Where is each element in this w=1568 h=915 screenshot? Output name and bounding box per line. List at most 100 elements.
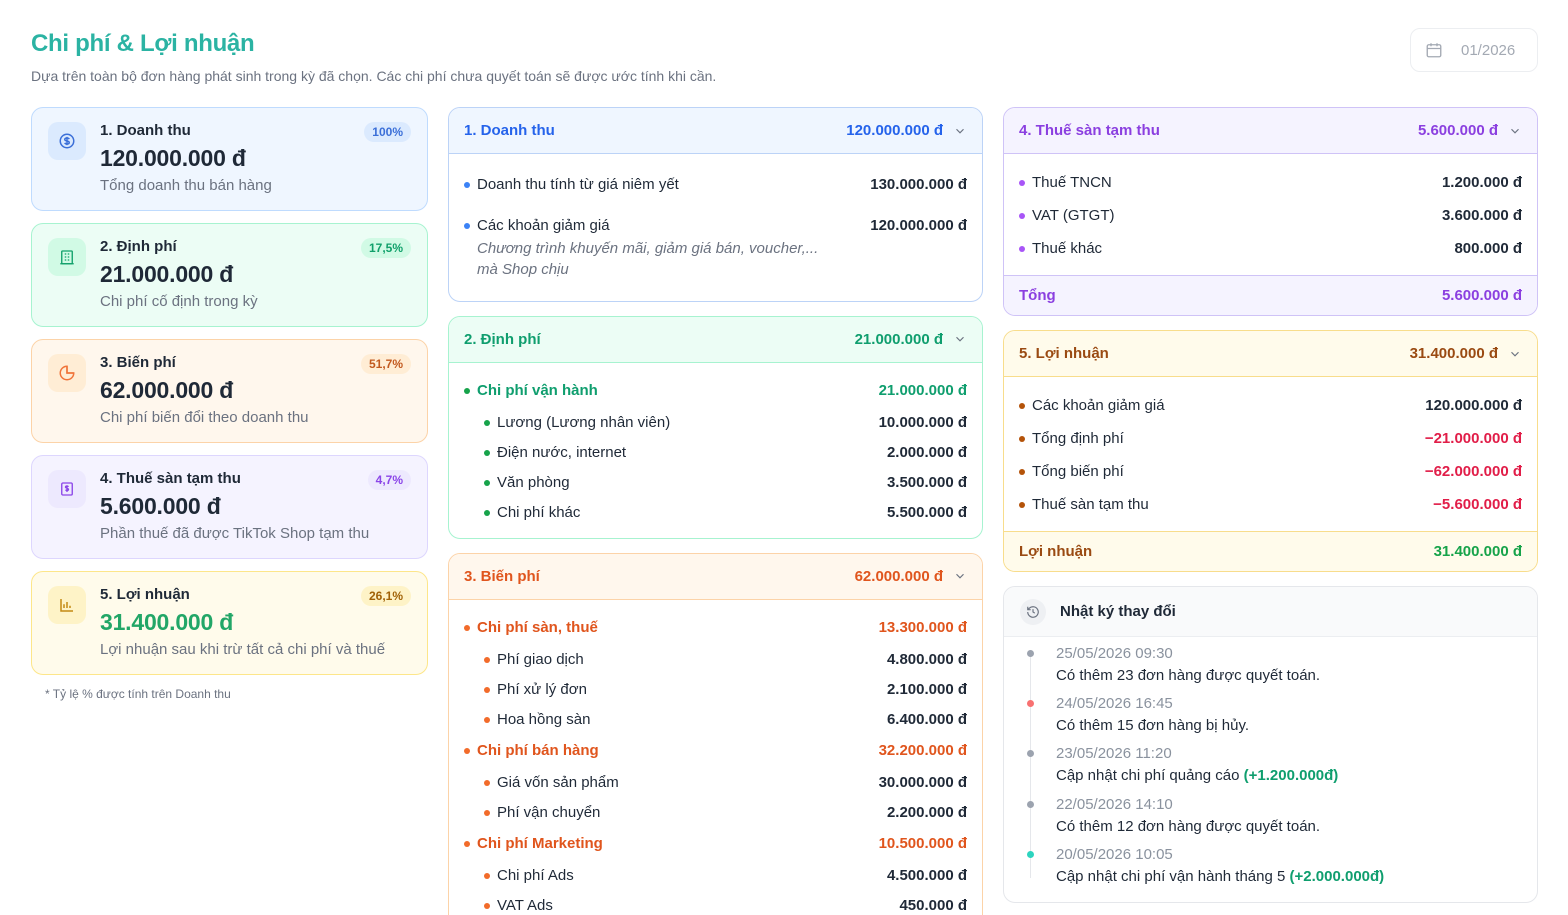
summary-card-revenue[interactable]: 1. Doanh thu 120.000.000 đ Tổng doanh th… bbox=[31, 107, 428, 211]
panel-footer: Lợi nhuận 31.400.000 đ bbox=[1004, 531, 1537, 571]
log-entry: 20/05/2026 10:05 Cập nhật chi phí vận hà… bbox=[1027, 844, 1521, 894]
item-label: VAT Ads bbox=[497, 896, 553, 914]
log-text: Có thêm 23 đơn hàng được quyết toán. bbox=[1056, 667, 1321, 684]
summary-desc: Phần thuế đã được TikTok Shop tạm thu bbox=[100, 525, 370, 542]
item-label: Các khoản giảm giá bbox=[477, 217, 610, 234]
log-amount: (+1.200.000đ) bbox=[1243, 767, 1339, 785]
item-label: Các khoản giảm giá bbox=[1032, 396, 1165, 414]
change-log: Nhật ký thay đổi 25/05/2026 09:30 Có thê… bbox=[1003, 586, 1538, 903]
panel-total: 62.000.000 đ bbox=[854, 567, 943, 585]
log-time: 20/05/2026 10:05 bbox=[1056, 845, 1173, 863]
bullet bbox=[1019, 402, 1025, 409]
item-value: 4.800.000 đ bbox=[886, 650, 967, 668]
list-item: Phí xử lý đơn 2.100.000 đ bbox=[464, 675, 967, 705]
percent-badge: 4,7% bbox=[367, 470, 411, 490]
chevron-down-icon[interactable] bbox=[953, 332, 967, 346]
group-value: 10.500.000 đ bbox=[878, 835, 967, 852]
panel-header-tax[interactable]: 4. Thuế sàn tạm thu 5.600.000 đ bbox=[1004, 108, 1537, 154]
percent-badge: 26,1% bbox=[360, 586, 411, 606]
list-item: Các khoản giảm giá Chương trình khuyến m… bbox=[464, 210, 967, 287]
receipt-icon bbox=[48, 470, 86, 508]
log-text-wrap: Cập nhật chi phí quảng cáo (+1.200.000đ) bbox=[1056, 765, 1521, 787]
group-label: Chi phí vận hành bbox=[477, 382, 598, 399]
item-value: 3.600.000 đ bbox=[1441, 206, 1522, 224]
summary-title: 4. Thuế sàn tạm thu bbox=[100, 470, 241, 487]
item-value: 5.500.000 đ bbox=[886, 503, 967, 521]
bullet bbox=[1019, 501, 1025, 508]
panel-header-profit[interactable]: 5. Lợi nhuận 31.400.000 đ bbox=[1004, 331, 1537, 377]
summary-card-fixed-cost[interactable]: 2. Định phí 21.000.000 đ Chi phí cố định… bbox=[31, 223, 428, 327]
log-entry: 22/05/2026 14:10 Có thêm 12 đơn hàng đượ… bbox=[1027, 794, 1521, 844]
list-item: Tổng định phí −21.000.000 đ bbox=[1019, 422, 1522, 455]
item-label: Phí giao dịch bbox=[497, 650, 584, 668]
list-item: Thuế khác 800.000 đ bbox=[1019, 232, 1522, 265]
timeline-dot bbox=[1027, 750, 1034, 758]
log-time: 22/05/2026 14:10 bbox=[1056, 795, 1173, 813]
item-value: 800.000 đ bbox=[1454, 239, 1522, 257]
item-value: 4.500.000 đ bbox=[886, 866, 967, 884]
panel-title: 3. Biến phí bbox=[464, 567, 540, 585]
bullet bbox=[464, 748, 470, 754]
detail-column-middle: 1. Doanh thu 120.000.000 đ Doanh thu tín… bbox=[448, 107, 983, 915]
item-value: 1.200.000 đ bbox=[1441, 173, 1522, 191]
chevron-down-icon[interactable] bbox=[953, 124, 967, 138]
bar-chart-icon bbox=[48, 586, 86, 624]
chevron-down-icon[interactable] bbox=[1508, 347, 1522, 361]
panel-total: 31.400.000 đ bbox=[1409, 345, 1498, 362]
summary-desc: Chi phí cố định trong kỳ bbox=[100, 293, 258, 310]
list-item: Giá vốn sản phẩm 30.000.000 đ bbox=[464, 768, 967, 798]
bullet bbox=[464, 223, 470, 229]
panel-header-variable-cost[interactable]: 3. Biến phí 62.000.000 đ bbox=[449, 553, 982, 600]
log-amount: (+2.000.000đ) bbox=[1289, 867, 1385, 885]
item-value: 130.000.000 đ bbox=[870, 175, 967, 193]
item-label: Chi phí Ads bbox=[497, 866, 574, 884]
period-value: 01/2026 bbox=[1461, 41, 1516, 59]
summary-desc: Lợi nhuận sau khi trừ tất cả chi phí và … bbox=[100, 641, 386, 658]
item-label: Tổng định phí bbox=[1032, 429, 1124, 447]
list-item: Các khoản giảm giá 120.000.000 đ bbox=[1019, 389, 1522, 422]
log-time: 24/05/2026 16:45 bbox=[1056, 695, 1173, 713]
bullet bbox=[1019, 435, 1025, 442]
panel-profit: 5. Lợi nhuận 31.400.000 đ Các khoản giảm… bbox=[1003, 330, 1538, 572]
item-value: 2.200.000 đ bbox=[886, 803, 967, 821]
panel-header-revenue[interactable]: 1. Doanh thu 120.000.000 đ bbox=[449, 108, 982, 154]
group-value: 13.300.000 đ bbox=[878, 619, 967, 636]
item-label: Doanh thu tính từ giá niêm yết bbox=[477, 175, 679, 193]
summary-value: 120.000.000 đ bbox=[100, 145, 246, 171]
panel-header-fixed-cost[interactable]: 2. Định phí 21.000.000 đ bbox=[449, 316, 982, 363]
item-value: −5.600.000 đ bbox=[1433, 495, 1522, 513]
pie-chart-icon bbox=[48, 354, 86, 392]
log-text: Có thêm 15 đơn hàng bị hủy. bbox=[1056, 717, 1250, 735]
panel-title: 2. Định phí bbox=[464, 330, 541, 348]
chevron-down-icon[interactable] bbox=[1508, 124, 1522, 138]
chevron-down-icon[interactable] bbox=[953, 569, 967, 583]
item-label: Hoa hồng sàn bbox=[497, 710, 591, 728]
footer-label: Tổng bbox=[1019, 287, 1056, 304]
bullet bbox=[484, 509, 490, 516]
log-time: 23/05/2026 11:20 bbox=[1056, 745, 1172, 763]
item-label: Tổng biến phí bbox=[1032, 462, 1124, 480]
page-title: Chi phí & Lợi nhuận bbox=[31, 30, 255, 57]
summary-card-variable-cost[interactable]: 3. Biến phí 62.000.000 đ Chi phí biến đổ… bbox=[31, 339, 428, 443]
bullet bbox=[484, 902, 490, 909]
summary-card-tax[interactable]: 4. Thuế sàn tạm thu 5.600.000 đ Phần thu… bbox=[31, 455, 428, 559]
item-label: Thuế sàn tạm thu bbox=[1032, 495, 1149, 513]
item-label: Lương (Lương nhân viên) bbox=[497, 413, 671, 431]
panel-total: 120.000.000 đ bbox=[846, 122, 943, 139]
bullet bbox=[1019, 245, 1025, 252]
summary-card-profit[interactable]: 5. Lợi nhuận 31.400.000 đ Lợi nhuận sau … bbox=[31, 571, 428, 675]
group-label: Chi phí sàn, thuế bbox=[477, 619, 598, 636]
group-label: Chi phí Marketing bbox=[477, 835, 603, 852]
group-row: Chi phí sàn, thuế 13.300.000 đ bbox=[464, 612, 967, 645]
summary-desc: Tổng doanh thu bán hàng bbox=[100, 177, 272, 194]
item-label: VAT (GTGT) bbox=[1032, 206, 1115, 224]
bullet bbox=[484, 656, 490, 663]
timeline-dot bbox=[1027, 650, 1034, 657]
summary-value: 31.400.000 đ bbox=[100, 609, 234, 635]
summary-value: 5.600.000 đ bbox=[100, 493, 221, 519]
period-picker[interactable]: 01/2026 bbox=[1410, 28, 1538, 72]
item-label: Giá vốn sản phẩm bbox=[497, 773, 619, 791]
item-value: 6.400.000 đ bbox=[886, 710, 967, 728]
bullet bbox=[484, 479, 490, 486]
item-label: Phí xử lý đơn bbox=[497, 680, 587, 698]
